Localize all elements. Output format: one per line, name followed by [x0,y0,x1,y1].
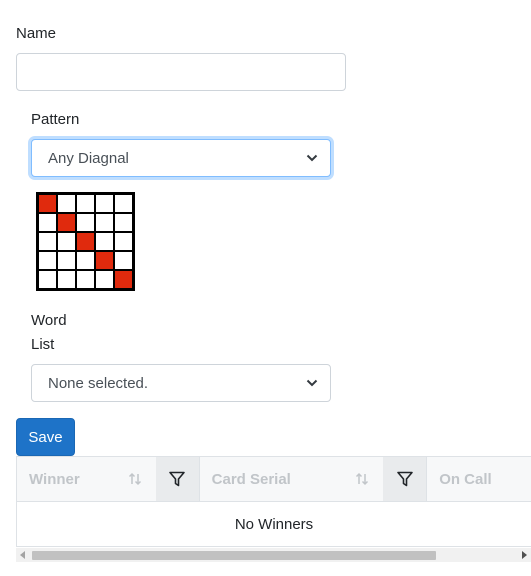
caret-right-icon[interactable] [517,548,531,562]
filter-funnel-icon [169,471,185,487]
filter-button-winner[interactable] [155,457,200,501]
scrollbar-thumb[interactable] [32,551,436,560]
word-list-select-value: None selected. [48,374,149,392]
chevron-down-icon [306,379,318,387]
pattern-cell [96,271,113,288]
pattern-cell [58,252,75,269]
column-header-card-serial[interactable]: Card Serial [200,457,384,501]
pattern-cell [96,233,113,250]
chevron-down-icon [306,154,318,162]
sort-arrows-icon[interactable] [355,472,369,486]
pattern-cell-marked [77,233,94,250]
filter-button-card-serial[interactable] [383,457,428,501]
column-header-label: Card Serial [211,470,291,488]
pattern-cell [115,195,132,212]
pattern-cell [115,252,132,269]
word-list-label-line2: List [31,336,55,353]
horizontal-scrollbar[interactable] [16,548,531,562]
pattern-cell [77,271,94,288]
pattern-cell [58,233,75,250]
column-header-label: Winner [29,470,80,488]
sort-arrows-icon[interactable] [128,472,142,486]
column-header-on-call[interactable]: On Call [427,457,531,501]
word-list-label-line1: Word [31,312,67,329]
pattern-cell [39,214,56,231]
pattern-preview-grid [36,192,135,291]
pattern-cell-marked [96,252,113,269]
winners-grid: Winner Card Serial On Call No Winners [16,456,531,547]
column-header-label: On Call [439,470,492,488]
pattern-cell-marked [58,214,75,231]
pattern-cell [96,214,113,231]
pattern-cell [39,233,56,250]
pattern-cell [58,271,75,288]
pattern-cell-marked [115,271,132,288]
save-button[interactable]: Save [16,418,75,456]
pattern-cell [39,271,56,288]
pattern-cell [115,233,132,250]
caret-left-icon[interactable] [16,548,30,562]
pattern-cell [96,195,113,212]
name-input[interactable] [16,53,346,91]
pattern-select-value: Any Diagnal [48,149,129,167]
pattern-cell-marked [39,195,56,212]
pattern-cell [115,214,132,231]
pattern-cell [77,214,94,231]
pattern-cell [77,252,94,269]
pattern-select[interactable]: Any Diagnal [31,139,331,177]
name-label: Name [16,25,57,42]
filter-funnel-icon [396,471,413,487]
pattern-cell [39,252,56,269]
pattern-cell [58,195,75,212]
pattern-label: Pattern [31,111,80,128]
empty-grid-message: No Winners [17,502,531,547]
word-list-select[interactable]: None selected. [31,364,331,402]
column-header-winner[interactable]: Winner [17,457,156,501]
grid-header: Winner Card Serial On Call [17,456,531,502]
pattern-cell [77,195,94,212]
